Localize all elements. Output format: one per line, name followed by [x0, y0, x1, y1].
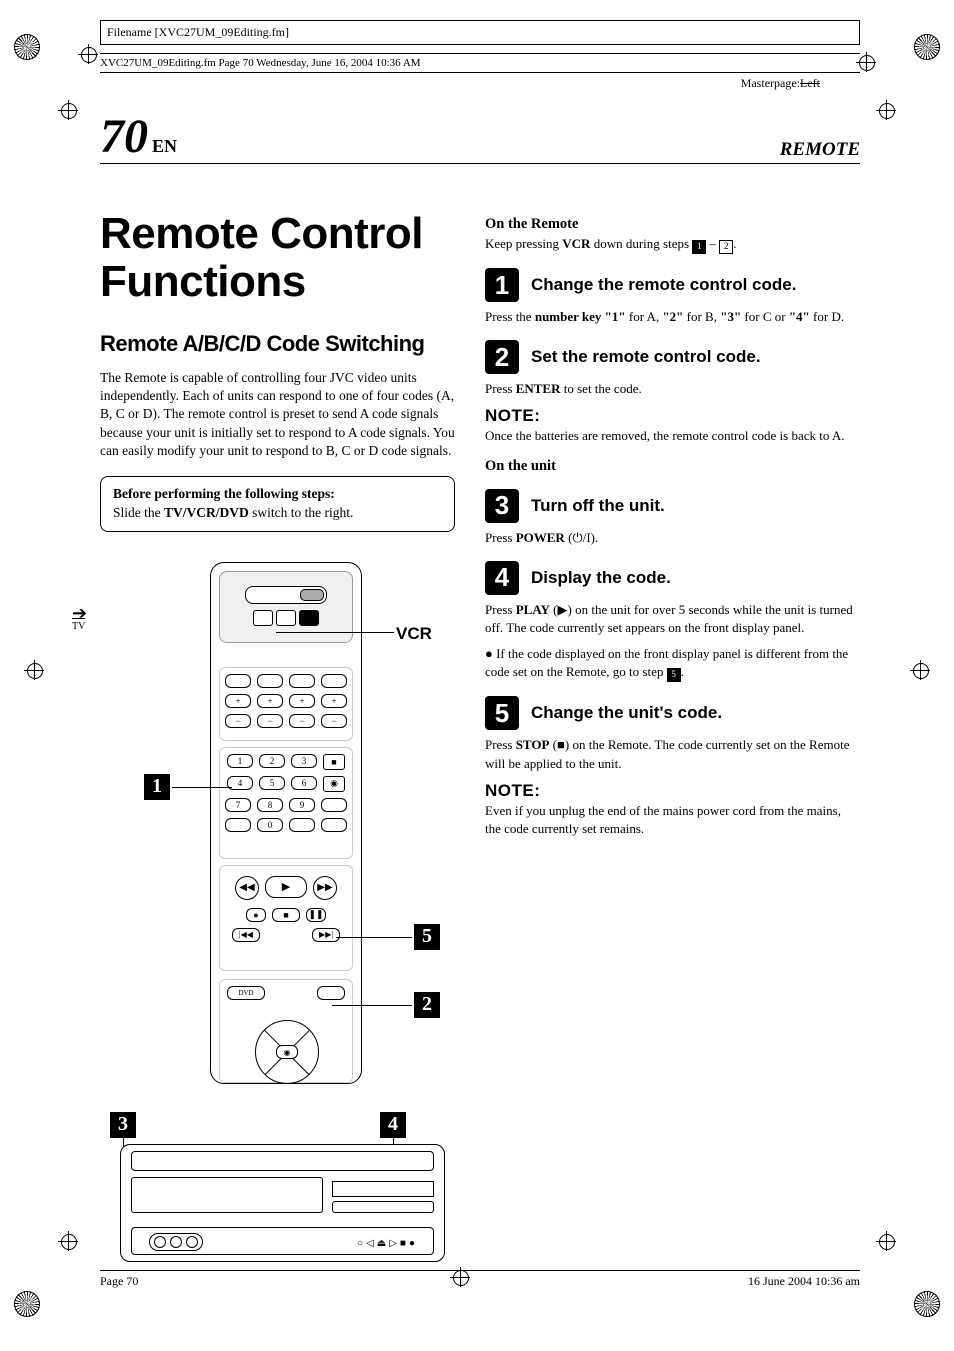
on-remote-heading: On the Remote: [485, 216, 860, 233]
footer-left: Page 70: [100, 1274, 138, 1289]
note-1-head: NOTE:: [485, 406, 860, 426]
mode-slider: [245, 586, 327, 604]
remote-transport: ◀◀ ▶ ▶▶ ● ■ ❚❚ |◀◀ ▶▶|: [219, 865, 353, 971]
jacks-icon: [149, 1233, 203, 1251]
switch-row: [253, 610, 319, 626]
stop-icon: ■: [557, 737, 565, 752]
step-5-text: Press STOP (■) on the Remote. The code c…: [485, 736, 860, 772]
step-title-4: Display the code.: [531, 568, 671, 588]
on-remote-text: Keep pressing VCR down during steps 1 – …: [485, 235, 860, 254]
step-5-header: 5 Change the unit's code.: [485, 696, 860, 730]
footer-right: 16 June 2004 10:36 am: [748, 1274, 860, 1289]
filename-box: Filename [XVC27UM_09Editing.fm]: [100, 20, 860, 45]
right-column: On the Remote Keep pressing VCR down dur…: [485, 204, 860, 1282]
intro-paragraph: The Remote is capable of controlling fou…: [100, 369, 455, 460]
step-4-bullet: ● If the code displayed on the front dis…: [485, 645, 860, 682]
tv-label: TV: [72, 618, 85, 632]
play-icon: ▶: [265, 876, 307, 898]
page-number: 70EN: [100, 113, 177, 161]
masterpage-label: Masterpage:Left: [741, 76, 820, 91]
step-ref-1: 1: [692, 240, 706, 254]
step-number-1: 1: [485, 268, 519, 302]
step-number-3: 3: [485, 489, 519, 523]
dpad-icon: ◉: [255, 1020, 317, 1082]
crop-mark-icon: [58, 1231, 78, 1251]
callout-4: 4: [380, 1112, 406, 1138]
callout-5: 5: [414, 924, 440, 950]
step-3-header: 3 Turn off the unit.: [485, 489, 860, 523]
step-ref-5: 5: [667, 668, 681, 682]
step-3-text: Press POWER (⏻/I).: [485, 529, 860, 547]
unit-buttons-icon: ○◁⏏▷■●: [357, 1238, 418, 1249]
step-2-text: Press ENTER to set the code.: [485, 380, 860, 398]
unit-illustration: 3 4 ○◁⏏▷■●: [100, 1112, 455, 1282]
step-ref-2: 2: [719, 240, 733, 254]
page-title: Remote Control Functions: [100, 210, 455, 305]
step-title-3: Turn off the unit.: [531, 496, 665, 516]
crop-mark-icon: [876, 1231, 896, 1251]
crop-mark-icon: [24, 660, 44, 680]
crop-mark-icon: [78, 44, 98, 64]
crop-mark-icon: [910, 660, 930, 680]
note-2-head: NOTE:: [485, 781, 860, 801]
header-meta-line: XVC27UM_09Editing.fm Page 70 Wednesday, …: [100, 53, 860, 73]
ffwd-icon: ▶▶: [313, 876, 337, 900]
step-number-5: 5: [485, 696, 519, 730]
registration-mark-icon: [14, 34, 40, 60]
remote-panel-1: ++++ −−−−: [219, 667, 353, 741]
play-icon: ▶: [558, 602, 568, 617]
step-2-header: 2 Set the remote control code.: [485, 340, 860, 374]
registration-mark-icon: [914, 1291, 940, 1317]
note-1-body: Once the batteries are removed, the remo…: [485, 427, 860, 445]
unit-body: ○◁⏏▷■●: [120, 1144, 445, 1262]
callout-2: 2: [414, 992, 440, 1018]
step-1-header: 1 Change the remote control code.: [485, 268, 860, 302]
instruction-box: Before performing the following steps: S…: [100, 476, 455, 532]
callout-1: 1: [144, 774, 170, 800]
step-number-2: 2: [485, 340, 519, 374]
remote-dpad-panel: DVD ◉: [219, 979, 353, 1083]
remote-illustration: ++++ −−−− 123■ 456◉ 789 0 ◀◀ ▶ ▶▶: [100, 562, 455, 1102]
vcr-label: VCR: [396, 624, 432, 644]
step-number-4: 4: [485, 561, 519, 595]
crop-mark-icon: [876, 100, 896, 120]
vcr-leader-line: [276, 632, 394, 633]
left-column: Remote Control Functions Remote A/B/C/D …: [100, 204, 455, 1282]
power-icon: ⏻/I: [572, 530, 590, 545]
step-title-1: Change the remote control code.: [531, 275, 796, 295]
step-title-5: Change the unit's code.: [531, 703, 722, 723]
page-footer: Page 70 16 June 2004 10:36 am: [100, 1270, 860, 1289]
step-1-text: Press the number key "1" for A, "2" for …: [485, 308, 860, 326]
callout-3: 3: [110, 1112, 136, 1138]
crop-mark-icon: [58, 100, 78, 120]
step-4-text: Press PLAY (▶) on the unit for over 5 se…: [485, 601, 860, 637]
registration-mark-icon: [14, 1291, 40, 1317]
remote-numpad: 123■ 456◉ 789 0: [219, 747, 353, 859]
step-4-header: 4 Display the code.: [485, 561, 860, 595]
section-heading: 70EN REMOTE: [100, 113, 860, 164]
step-title-2: Set the remote control code.: [531, 347, 761, 367]
header-meta-text: XVC27UM_09Editing.fm Page 70 Wednesday, …: [100, 57, 421, 69]
page-subtitle: Remote A/B/C/D Code Switching: [100, 331, 455, 357]
rewind-icon: ◀◀: [235, 876, 259, 900]
on-unit-heading: On the unit: [485, 458, 860, 475]
section-label: REMOTE: [780, 139, 860, 161]
note-2-body: Even if you unplug the end of the mains …: [485, 802, 860, 838]
registration-mark-icon: [914, 34, 940, 60]
